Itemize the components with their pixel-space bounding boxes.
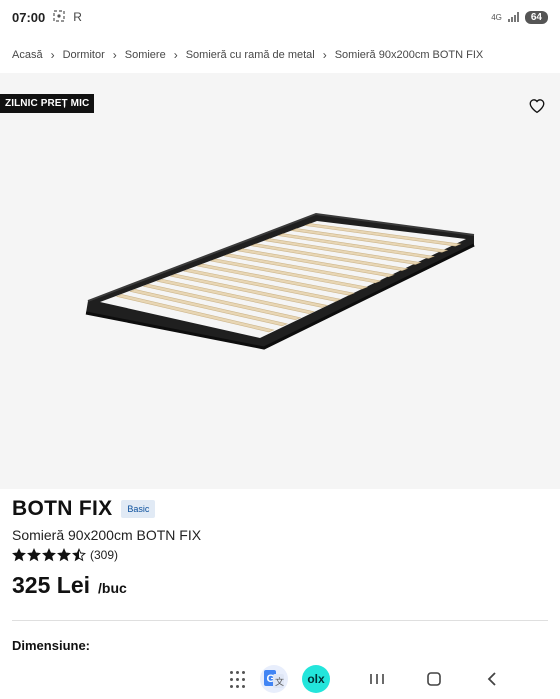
signal-icon [507,12,519,22]
status-bar: 07:00 R 4G 64 [0,0,560,34]
status-time: 07:00 [12,9,46,25]
chevron-right-icon: › [322,48,327,62]
star-full-icon [42,548,56,562]
promo-badge: ZILNIC PREȚ MIC [0,94,95,113]
product-image [85,212,475,350]
google-translate-icon[interactable]: G 文 [260,665,288,693]
product-description: Somieră 90x200cm BOTN FIX [12,527,202,543]
price-unit: /buc [98,580,127,596]
chevron-right-icon: › [112,48,117,62]
back-icon[interactable] [483,670,501,688]
olx-icon[interactable]: olx [302,665,330,693]
star-rating [12,548,86,562]
breadcrumb-current: Somieră 90x200cm BOTN FIX [334,49,484,61]
svg-text:文: 文 [275,676,284,688]
screenshot-icon [53,9,65,25]
battery-icon: 64 [524,10,548,24]
review-count[interactable]: (309) [90,548,118,562]
breadcrumb-home[interactable]: Acasă [12,49,43,61]
star-half-icon [72,548,86,562]
price: 325 Lei [12,572,90,598]
chevron-right-icon: › [50,48,55,62]
breadcrumb-somiere[interactable]: Somiere [125,49,166,61]
divider [12,620,548,621]
dimension-label: Dimensiune: [12,638,91,653]
product-title-row: BOTN FIX Basic [12,497,156,521]
r-icon: R [73,10,82,24]
recents-icon[interactable] [366,670,388,688]
breadcrumb: Acasă › Dormitor › Somiere › Somieră cu … [12,48,483,62]
price-row: 325 Lei /buc [12,572,127,599]
home-icon[interactable] [425,670,443,688]
chevron-right-icon: › [173,48,178,62]
navigation-bar: G 文 olx [0,657,560,699]
star-full-icon [57,548,71,562]
star-full-icon [27,548,41,562]
breadcrumb-somiera-rama-metal[interactable]: Somieră cu ramă de metal [186,49,315,61]
basic-badge: Basic [121,500,156,518]
breadcrumb-dormitor[interactable]: Dormitor [63,49,105,61]
apps-icon[interactable] [228,670,246,688]
product-name: BOTN FIX [12,497,113,520]
network-label: 4G [491,12,502,22]
rating-row[interactable]: (309) [12,548,118,562]
product-image-area[interactable]: ZILNIC PREȚ MIC [0,73,560,489]
star-full-icon [12,548,26,562]
heart-outline-icon[interactable] [528,97,546,115]
